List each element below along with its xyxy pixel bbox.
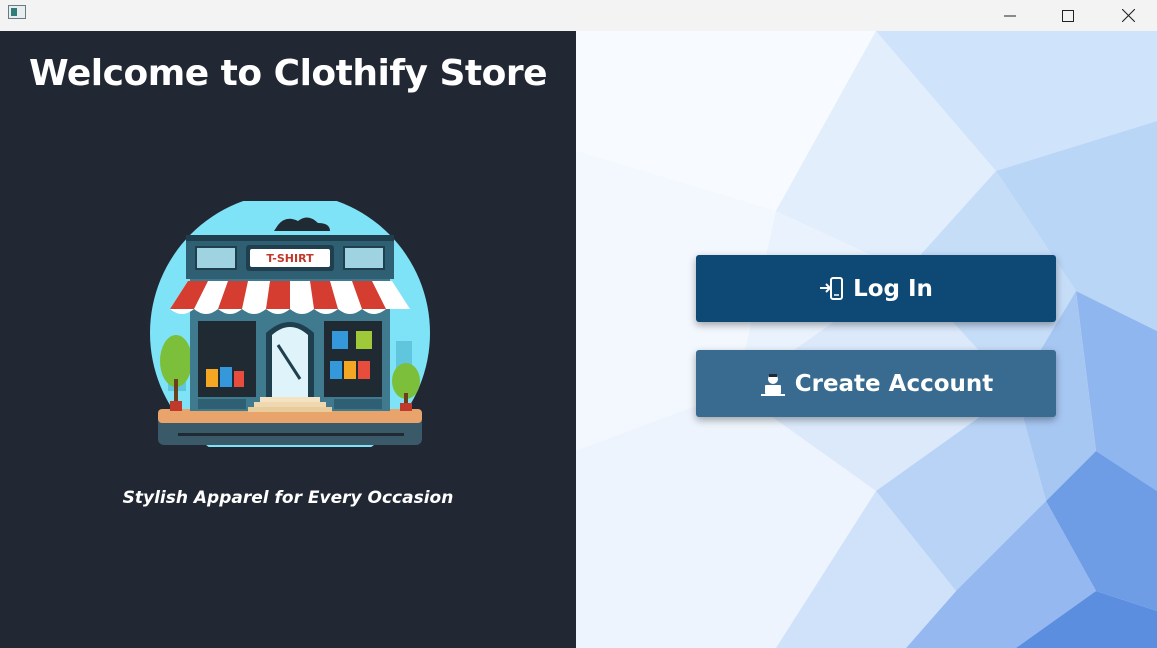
tagline: Stylish Apparel for Every Occasion xyxy=(122,488,454,508)
minimize-icon xyxy=(1004,15,1016,16)
maximize-button[interactable] xyxy=(1039,0,1097,31)
user-laptop-icon xyxy=(759,371,787,397)
login-label: Log In xyxy=(853,275,933,302)
close-icon xyxy=(1121,9,1135,22)
close-button[interactable] xyxy=(1099,0,1157,31)
title-bar xyxy=(0,0,1157,31)
page-title: Welcome to Clothify Store xyxy=(28,53,548,94)
maximize-icon xyxy=(1062,9,1074,22)
minimize-button[interactable] xyxy=(981,0,1039,31)
login-phone-icon xyxy=(819,276,845,302)
create-account-button[interactable]: Create Account xyxy=(696,350,1056,417)
create-account-label: Create Account xyxy=(794,370,994,397)
welcome-panel: Welcome to Clothify Store T-SHIRT Stylis… xyxy=(0,31,576,648)
login-button[interactable]: Log In xyxy=(696,255,1056,322)
background-pattern xyxy=(576,31,1157,648)
action-panel: Log In Create Account xyxy=(576,31,1157,648)
store-illustration: T-SHIRT xyxy=(150,201,430,447)
app-icon xyxy=(8,5,26,19)
store-sign-text: T-SHIRT xyxy=(266,252,314,265)
